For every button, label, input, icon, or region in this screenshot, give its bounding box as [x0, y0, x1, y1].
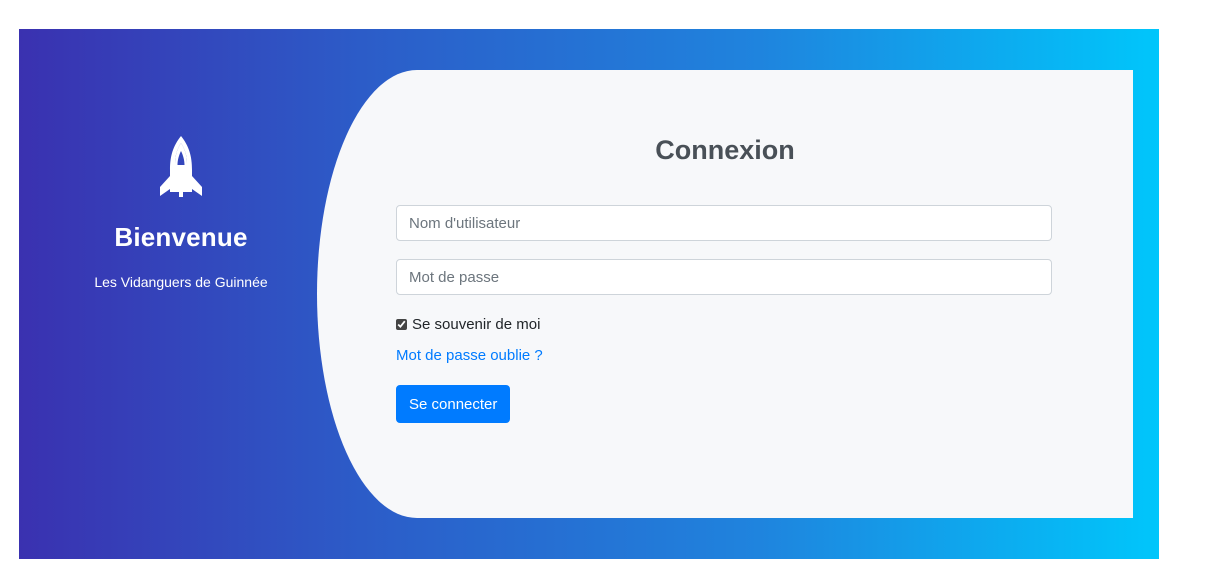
forgot-password-link[interactable]: Mot de passe oublie ? [396, 347, 543, 364]
rocket-icon [160, 136, 202, 197]
password-input[interactable] [396, 259, 1052, 295]
remember-me[interactable]: Se souvenir de moi [396, 316, 540, 333]
username-input[interactable] [396, 205, 1052, 241]
welcome-heading: Bienvenue [114, 222, 248, 252]
login-container: Bienvenue Les Vidanguers de Guinnée Conn… [19, 29, 1159, 559]
remember-me-label: Se souvenir de moi [412, 316, 541, 333]
welcome-panel: Bienvenue Les Vidanguers de Guinnée [19, 29, 343, 559]
company-name: Les Vidanguers de Guinnée [94, 274, 268, 290]
login-title: Connexion [655, 135, 795, 165]
login-button[interactable]: Se connecter [396, 385, 511, 423]
login-card: Connexion Se souvenir de moi Mot de pass… [317, 70, 1133, 518]
remember-me-checkbox[interactable] [396, 319, 407, 330]
